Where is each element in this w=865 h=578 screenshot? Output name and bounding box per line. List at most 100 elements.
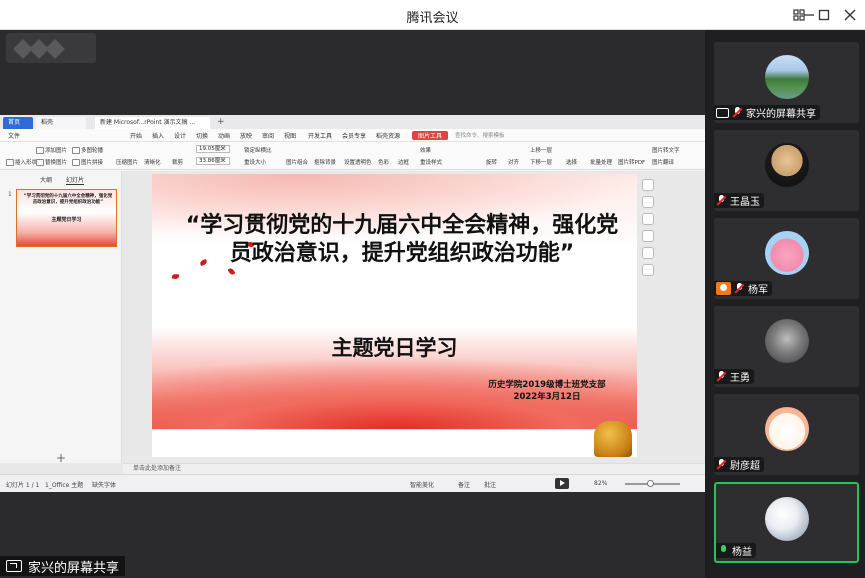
host-icon: [716, 282, 731, 295]
play-slideshow-button[interactable]: [555, 478, 569, 489]
batch-button[interactable]: 批量处理: [590, 158, 612, 166]
translate-button[interactable]: 图片翻译: [652, 158, 674, 166]
tab-daoke[interactable]: 稻壳: [36, 117, 86, 129]
add-slide-icon[interactable]: +: [56, 451, 66, 465]
participants-panel: 家兴的屏幕共享 王晶玉 杨军 王勇 尉彦超 杨益: [705, 30, 865, 578]
down-layer-button[interactable]: 下移一层: [530, 158, 552, 166]
comment-toggle[interactable]: 批注: [484, 480, 496, 489]
maximize-icon[interactable]: [814, 5, 834, 25]
command-search[interactable]: 查找命令、搜索模板: [455, 131, 545, 140]
insert-shape-button[interactable]: 插入形状: [6, 158, 37, 166]
mic-muted-icon: [716, 459, 727, 470]
participant-tile[interactable]: 杨军: [714, 218, 859, 299]
to-text-button[interactable]: 图片转文字: [652, 146, 680, 154]
wps-presentation-window: 首页 稻壳 新建 Microsof...rPoint 演示文稿 ... + 文件…: [0, 115, 705, 492]
tab-home[interactable]: 首页: [3, 117, 33, 129]
notes-input[interactable]: 单击此处添加备注: [123, 463, 705, 474]
avatar: [764, 55, 809, 99]
slide-org-name: 历史学院2019级博士班党支部: [488, 380, 606, 390]
new-tab-icon[interactable]: +: [212, 116, 230, 128]
replace-image-button[interactable]: 替换图片: [36, 158, 67, 166]
menu-animation[interactable]: 动画: [218, 131, 230, 140]
participant-tile[interactable]: 王勇: [714, 306, 859, 387]
crop-button[interactable]: 裁剪: [172, 158, 183, 166]
participant-name-bar: 尉彦超: [714, 457, 764, 472]
to-pdf-button[interactable]: 图片转PDF: [618, 158, 645, 166]
menu-design[interactable]: 设计: [174, 131, 186, 140]
color-button[interactable]: 色彩: [378, 158, 389, 166]
menu-resources[interactable]: 稻壳资源: [376, 131, 400, 140]
picture-tools-ribbon: 插入形状 添加图片 替换图片 多图轮播 图片拼接 压缩图片 清晰化 裁剪 19.…: [0, 142, 705, 170]
slide-date: 2022年3月12日: [513, 392, 581, 402]
menu-view[interactable]: 视图: [284, 131, 296, 140]
reset-size-button[interactable]: 重设大小: [244, 158, 266, 166]
set-transparent-button[interactable]: 设置透明色: [344, 158, 372, 166]
avatar: [764, 407, 809, 451]
participant-tile[interactable]: 家兴的屏幕共享: [714, 42, 859, 123]
align-button[interactable]: 对齐: [508, 158, 519, 166]
tab-document[interactable]: 新建 Microsof...rPoint 演示文稿 ...: [95, 117, 210, 129]
layers-icon[interactable]: [642, 179, 654, 191]
mic-muted-icon: [716, 371, 727, 382]
copy-icon[interactable]: [642, 247, 654, 259]
menu-file[interactable]: 文件: [8, 131, 20, 140]
zoom-slider-knob[interactable]: [647, 480, 654, 487]
menu-review[interactable]: 审阅: [262, 131, 274, 140]
height-input[interactable]: 33.86厘米: [196, 157, 230, 165]
participant-tile[interactable]: 尉彦超: [714, 394, 859, 475]
more-icon[interactable]: [642, 264, 654, 276]
sharpen-button[interactable]: 清晰化: [144, 158, 161, 166]
screen-share-label: 家兴的屏幕共享: [0, 556, 126, 576]
slide-canvas[interactable]: “学习贯彻党的十九届六中全会精神，强化党员政治意识，提升党组织政治功能” 主题党…: [152, 174, 637, 429]
tab-outline[interactable]: 大纲: [40, 177, 52, 184]
participant-tile-active[interactable]: 杨益: [714, 482, 859, 563]
up-layer-button[interactable]: 上移一层: [530, 146, 552, 154]
golden-lion-image: [594, 421, 632, 457]
slide-thumbnail[interactable]: “学习贯彻党的十九届六中全会精神，强化党员政治意识，提升党组织政治功能” 主题党…: [16, 189, 117, 247]
image-split-button[interactable]: 图片拼接: [72, 158, 103, 166]
avatar: [764, 319, 809, 363]
reset-style-button[interactable]: 重设样式: [420, 158, 442, 166]
missing-font-button[interactable]: 缺失字体: [92, 480, 116, 489]
menu-dev-tools[interactable]: 开发工具: [308, 131, 332, 140]
zoom-icon[interactable]: [642, 196, 654, 208]
mic-muted-icon: [734, 283, 745, 294]
menu-start[interactable]: 开始: [130, 131, 142, 140]
cutout-bg-button[interactable]: 抠除背景: [314, 158, 336, 166]
slide-organizer: 历史学院2019级博士班党支部 2022年3月12日: [462, 379, 632, 403]
menu-transition[interactable]: 切换: [196, 131, 208, 140]
border-button[interactable]: 边框: [398, 158, 409, 166]
side-toolbar: [642, 179, 656, 281]
image-group-button[interactable]: 图片组合: [286, 158, 308, 166]
lock-ratio-checkbox[interactable]: 锁定纵横比: [244, 146, 272, 154]
thumbnail-number: 1: [8, 191, 12, 198]
menu-member[interactable]: 会员专享: [342, 131, 366, 140]
menu-picture-tools[interactable]: 图片工具: [412, 131, 449, 140]
participant-name: 王晶玉: [730, 197, 760, 208]
participant-name: 家兴的屏幕共享: [746, 109, 816, 120]
crop-icon[interactable]: [642, 213, 654, 225]
close-icon[interactable]: [840, 5, 860, 25]
screen-share-text: 家兴的屏幕共享: [28, 560, 120, 576]
compress-image-button[interactable]: 压缩图片: [116, 158, 138, 166]
screen-share-icon: [6, 560, 22, 572]
participant-name: 杨军: [748, 285, 768, 296]
add-image-button[interactable]: 添加图片: [36, 146, 67, 154]
width-input[interactable]: 19.05厘米: [196, 145, 230, 153]
location-icon[interactable]: [642, 230, 654, 242]
menu-slideshow[interactable]: 放映: [240, 131, 252, 140]
notes-toggle[interactable]: 备注: [458, 480, 470, 489]
smart-beautify-button[interactable]: 智能美化: [410, 480, 434, 489]
tab-slides[interactable]: 幻灯片: [65, 177, 84, 185]
thumbnail-title: “学习贯彻党的十九届六中全会精神，强化党员政治意识，提升党组织政治功能”: [23, 194, 113, 205]
participant-name-bar: 王晶玉: [714, 193, 764, 208]
participant-tile[interactable]: 王晶玉: [714, 130, 859, 211]
select-button[interactable]: 选择: [566, 158, 577, 166]
menu-insert[interactable]: 插入: [152, 131, 164, 140]
slide-editor: “学习贯彻党的十九届六中全会精神，强化党员政治意识，提升党组织政治功能” 主题党…: [123, 171, 693, 463]
window-title: 腾讯会议: [406, 11, 459, 26]
thumbnail-subtitle: 主题党日学习: [51, 217, 82, 223]
rotate-button[interactable]: 旋转: [486, 158, 497, 166]
effect-button[interactable]: 效果: [420, 146, 431, 154]
multi-image-button[interactable]: 多图轮播: [72, 146, 103, 154]
